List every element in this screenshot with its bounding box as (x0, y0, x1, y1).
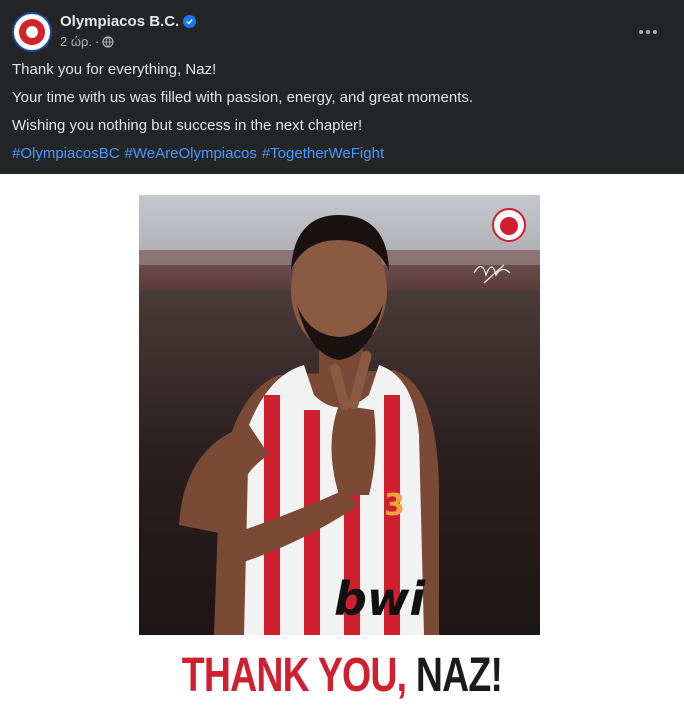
hashtags: #OlympiacosBC #WeAreOlympiacos #Together… (12, 144, 672, 164)
more-options-button[interactable] (632, 16, 664, 48)
globe-icon[interactable] (102, 35, 114, 48)
post-text-line: Thank you for everything, Naz! (12, 61, 217, 78)
post-text-line: Wishing you nothing but success in the n… (12, 117, 363, 134)
post-text-line: Your time with us was filled with passio… (12, 89, 474, 106)
olympiacos-logo-icon (19, 19, 45, 45)
player-photo: 3 bwi (139, 195, 540, 635)
jersey-number: 3 (384, 488, 405, 523)
more-horizontal-icon (639, 30, 657, 34)
post-meta: 2 ώρ. · (60, 34, 114, 49)
page-name-row: Olympiacos B.C. (60, 13, 197, 30)
banner-red-text: THANK YOU, (181, 649, 407, 702)
post-header: Olympiacos B.C. 2 ώρ. · (12, 12, 672, 52)
hashtag-link[interactable]: #OlympiacosBC (12, 144, 120, 164)
meta-separator: · (95, 34, 100, 49)
post-image[interactable]: 3 bwi THANK YOU, NAZ! (0, 174, 684, 717)
facebook-post: Olympiacos B.C. 2 ώρ. · Thank you for ev… (0, 0, 684, 717)
sponsor-logo: bwi (334, 572, 426, 626)
hashtag-link[interactable]: #TogetherWeFight (262, 144, 384, 164)
thank-you-banner: THANK YOU, NAZ! (75, 648, 609, 703)
post-timestamp[interactable]: 2 ώρ. (60, 34, 92, 49)
post-text: Thank you for everything, Naz! Your time… (12, 60, 672, 164)
verified-badge-icon (183, 15, 197, 28)
hashtag-link[interactable]: #WeAreOlympiacos (125, 144, 257, 164)
page-name[interactable]: Olympiacos B.C. (60, 13, 179, 30)
banner-dark-text: NAZ! (415, 649, 503, 702)
page-avatar[interactable] (12, 12, 52, 52)
olympiacos-logo-icon (492, 208, 526, 242)
